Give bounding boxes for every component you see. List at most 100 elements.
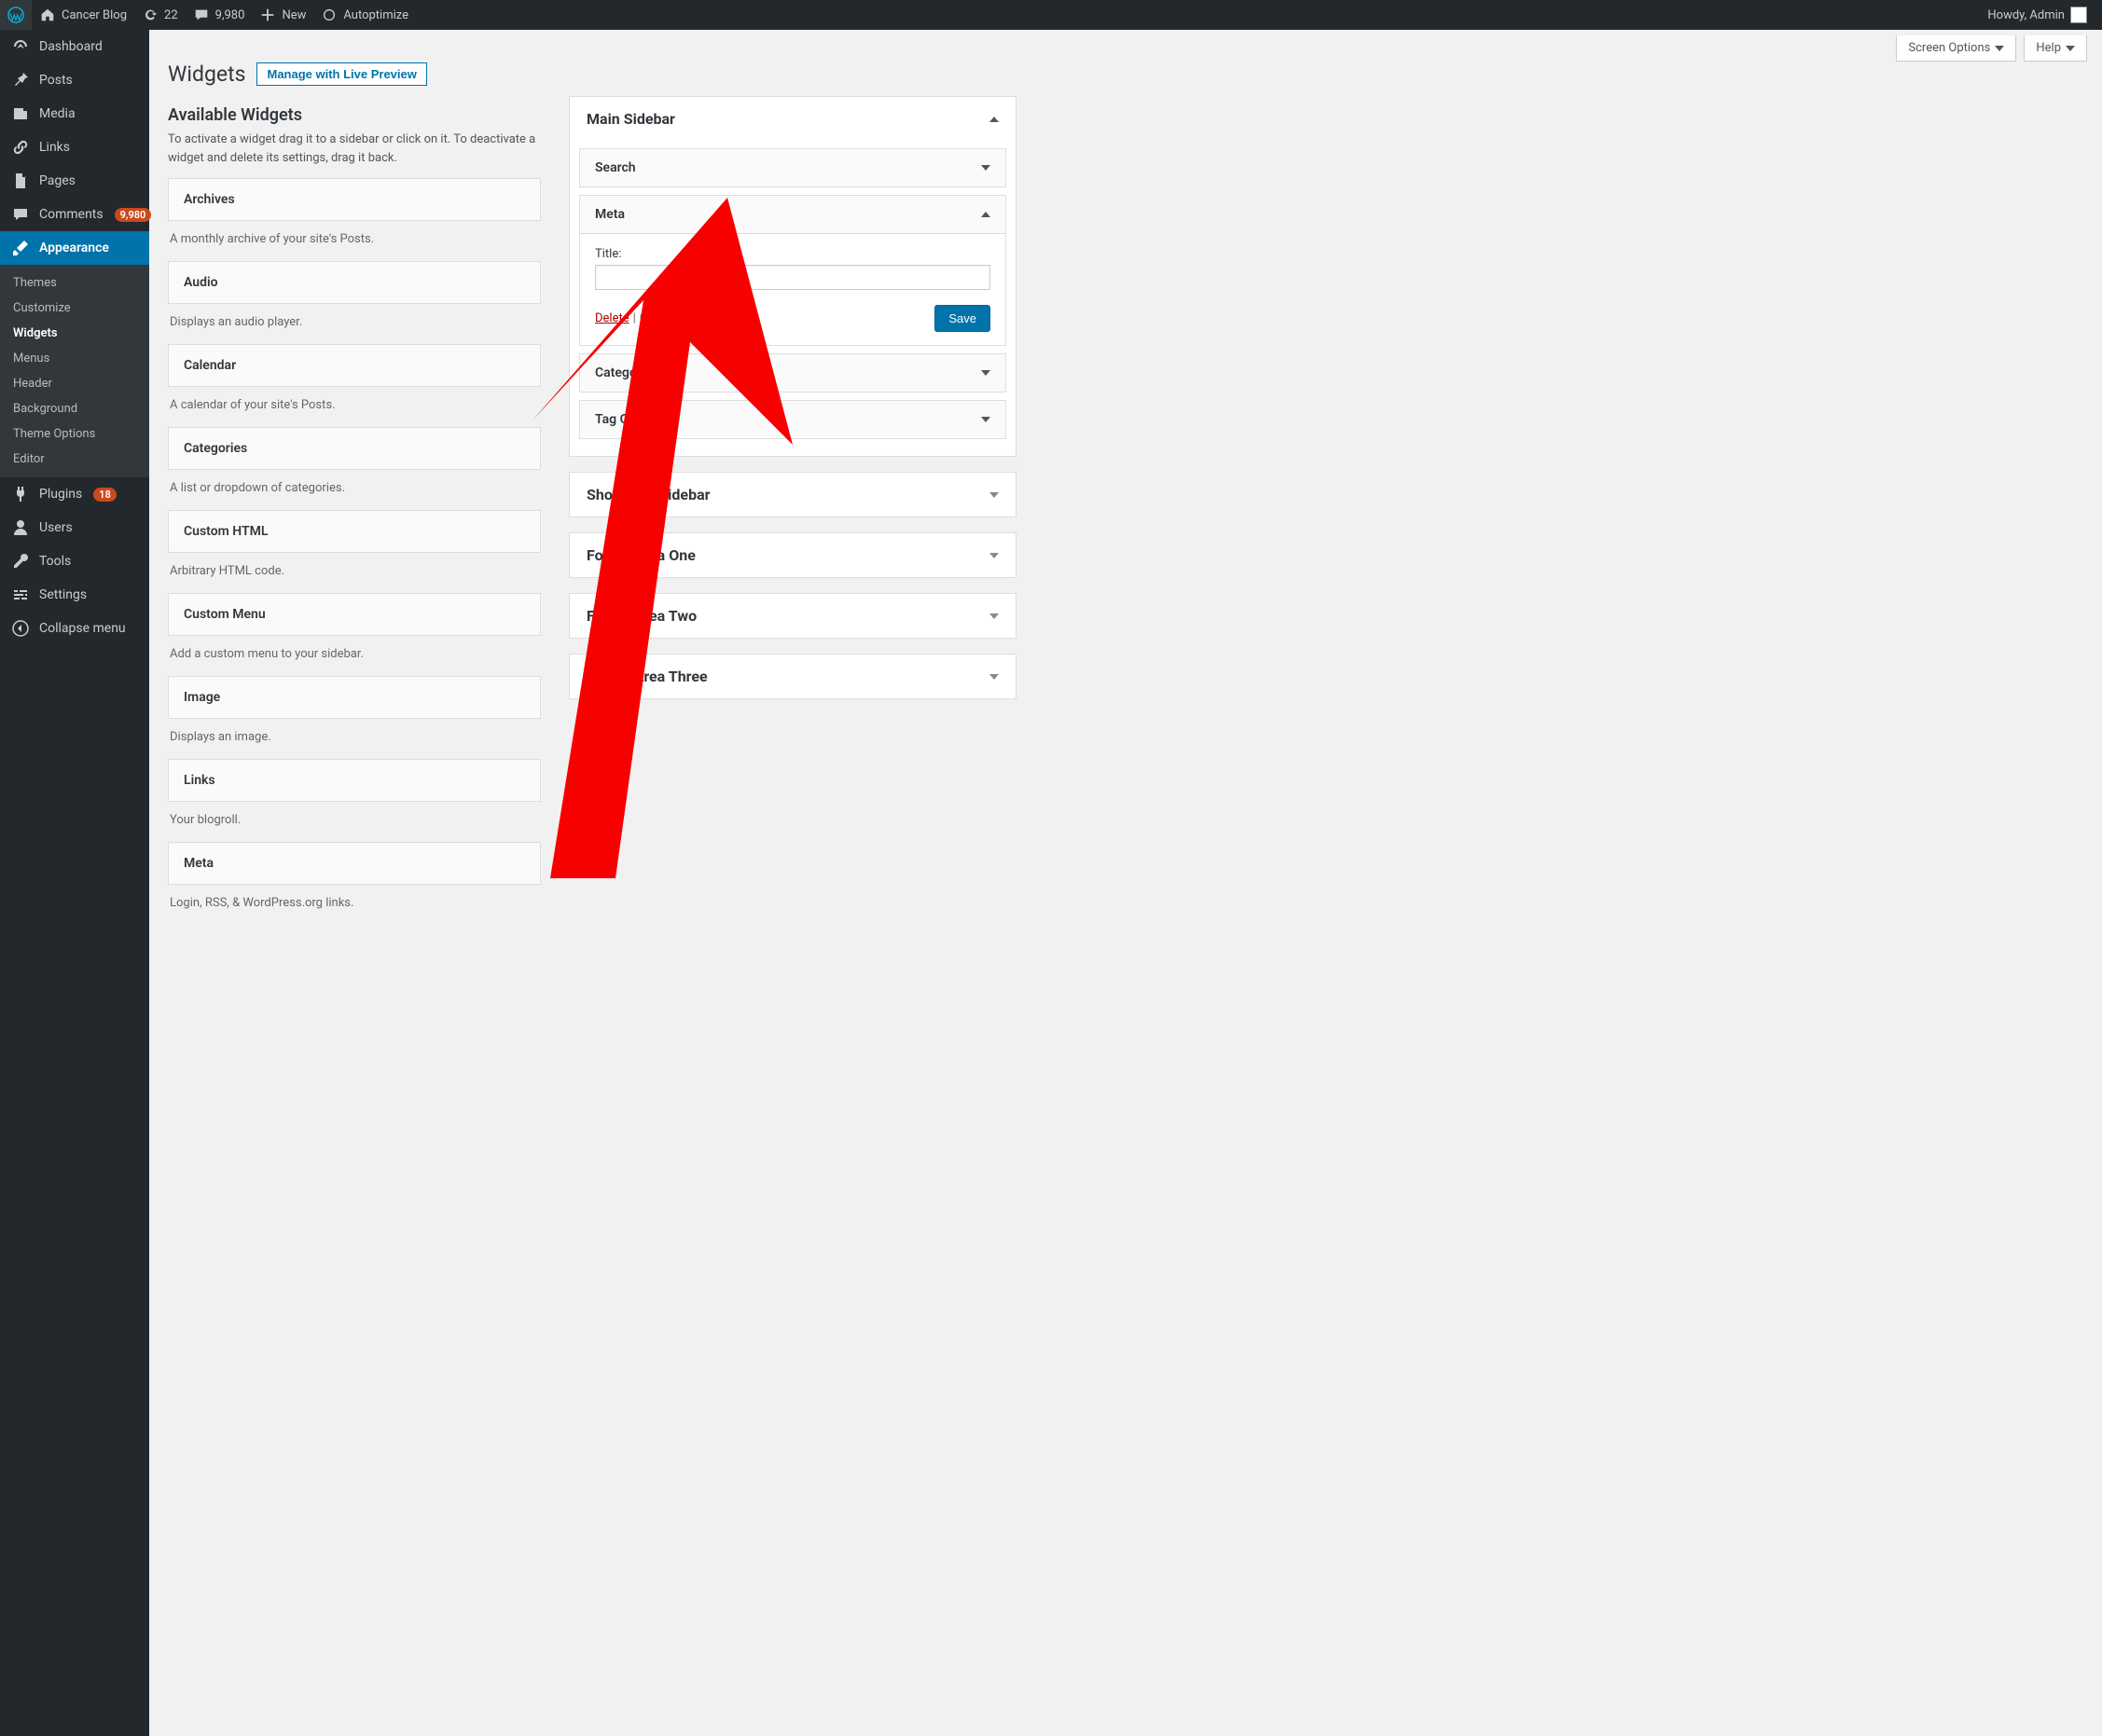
collapse-icon (11, 619, 30, 638)
placed-widget-tag-cloud: Tag Cloud (579, 400, 1006, 439)
admin-bar: Cancer Blog 22 9,980 New Autoptimize How… (0, 0, 2102, 30)
help-button[interactable]: Help (2024, 35, 2087, 62)
widget-title: Tag Cloud (595, 412, 654, 427)
nav-item-media[interactable]: Media (0, 97, 149, 131)
available-widget-desc: Login, RSS, & WordPress.org links. (168, 885, 541, 914)
widget-header[interactable]: Tag Cloud (580, 401, 1005, 438)
available-widget-calendar[interactable]: Calendar (168, 344, 541, 387)
close-link[interactable]: Close (640, 311, 671, 325)
nav-sub-item-background[interactable]: Background (0, 396, 149, 421)
nav-sub-item-themes[interactable]: Themes (0, 270, 149, 296)
chevron-down-icon (989, 492, 999, 498)
nav-item-label: Media (39, 106, 76, 121)
new-label: New (282, 8, 306, 22)
available-widget-meta[interactable]: Meta (168, 842, 541, 885)
nav-item-label: Users (39, 520, 73, 535)
wp-logo[interactable] (0, 0, 32, 30)
nav-sub-item-theme-options[interactable]: Theme Options (0, 421, 149, 447)
area-title: Footer Area Two (587, 607, 697, 625)
wordpress-icon (7, 7, 24, 23)
chevron-down-icon (989, 613, 999, 619)
screen-options-button[interactable]: Screen Options (1896, 35, 2016, 62)
nav-item-label: Pages (39, 173, 76, 188)
refresh-icon (142, 7, 159, 23)
nav-item-comments[interactable]: Comments9,980 (0, 198, 149, 231)
nav-sub-item-editor[interactable]: Editor (0, 447, 149, 472)
available-widgets-heading: Available Widgets (168, 105, 541, 125)
area-title: Footer Area One (587, 546, 696, 564)
widget-header[interactable]: Search (580, 149, 1005, 186)
sidebar-area-main-sidebar: Main SidebarSearchMetaTitle:Delete|Close… (569, 96, 1016, 457)
nav-item-settings[interactable]: Settings (0, 578, 149, 612)
available-widgets-desc: To activate a widget drag it to a sideba… (168, 131, 541, 167)
nav-item-label: Posts (39, 73, 73, 88)
new-content[interactable]: New (252, 0, 313, 30)
area-header[interactable]: Footer Area Two (570, 594, 1016, 638)
nav-item-label: Links (39, 140, 70, 155)
nav-badge: 9,980 (115, 208, 152, 222)
nav-item-pages[interactable]: Pages (0, 164, 149, 198)
live-preview-button[interactable]: Manage with Live Preview (256, 62, 426, 86)
available-widget-categories[interactable]: Categories (168, 427, 541, 470)
widget-header[interactable]: Categories (580, 354, 1005, 392)
plus-icon (259, 7, 276, 23)
nav-item-tools[interactable]: Tools (0, 544, 149, 578)
nav-item-label: Collapse menu (39, 621, 126, 636)
nav-item-dashboard[interactable]: Dashboard (0, 30, 149, 63)
available-widget-audio[interactable]: Audio (168, 261, 541, 304)
nav-sub-item-customize[interactable]: Customize (0, 296, 149, 321)
comment-count: 9,980 (215, 8, 245, 22)
chevron-down-icon (989, 553, 999, 558)
nav-sub-item-header[interactable]: Header (0, 371, 149, 396)
widget-title: Search (595, 160, 636, 175)
widget-title: Categories (595, 365, 658, 380)
available-widget-custom-menu[interactable]: Custom Menu (168, 593, 541, 636)
available-widget-custom-html[interactable]: Custom HTML (168, 510, 541, 553)
nav-item-links[interactable]: Links (0, 131, 149, 164)
area-header[interactable]: Footer Area One (570, 533, 1016, 577)
nav-item-collapse-menu[interactable]: Collapse menu (0, 612, 149, 645)
my-account[interactable]: Howdy, Admin (1980, 0, 2095, 30)
media-icon (11, 104, 30, 123)
widget-header[interactable]: Meta (580, 196, 1005, 233)
nav-sub-item-menus[interactable]: Menus (0, 346, 149, 371)
available-widget-links[interactable]: Links (168, 759, 541, 802)
available-widget-desc: Displays an audio player. (168, 304, 541, 333)
nav-badge: 18 (93, 488, 117, 502)
available-widget-desc: Arbitrary HTML code. (168, 553, 541, 582)
nav-sub-item-widgets[interactable]: Widgets (0, 321, 149, 346)
save-button[interactable]: Save (934, 305, 990, 332)
chevron-down-icon (981, 370, 990, 376)
admin-sidebar: Dashboard Posts Media Links Pages Comments9,9… (0, 30, 149, 1736)
nav-item-plugins[interactable]: Plugins18 (0, 477, 149, 511)
comments-bubble[interactable]: 9,980 (186, 0, 253, 30)
wrench-icon (11, 552, 30, 571)
placed-widget-meta: MetaTitle:Delete|CloseSave (579, 195, 1006, 346)
nav-item-posts[interactable]: Posts (0, 63, 149, 97)
site-name-label: Cancer Blog (62, 8, 127, 22)
available-widget-desc: Your blogroll. (168, 802, 541, 831)
comment-icon (193, 7, 210, 23)
chevron-down-icon (989, 674, 999, 680)
delete-link[interactable]: Delete (595, 311, 629, 325)
page-title-text: Widgets (168, 62, 245, 87)
area-header[interactable]: Footer Area Three (570, 654, 1016, 698)
nav-submenu: ThemesCustomizeWidgetsMenusHeaderBackgro… (0, 265, 149, 477)
area-header[interactable]: Showcase Sidebar (570, 473, 1016, 517)
available-widget-archives[interactable]: Archives (168, 178, 541, 221)
title-field-input[interactable] (595, 265, 990, 290)
available-widgets-column: Available Widgets To activate a widget d… (168, 96, 541, 914)
screen-options-label: Screen Options (1908, 41, 1990, 55)
nav-item-appearance[interactable]: Appearance (0, 231, 149, 265)
nav-item-label: Settings (39, 587, 87, 602)
available-widget-image[interactable]: Image (168, 676, 541, 719)
area-header[interactable]: Main Sidebar (570, 97, 1016, 141)
nav-item-users[interactable]: Users (0, 511, 149, 544)
comment-icon (11, 205, 30, 224)
updates[interactable]: 22 (134, 0, 186, 30)
chevron-up-icon (981, 212, 990, 217)
autoptimize[interactable]: Autoptimize (313, 0, 416, 30)
help-label: Help (2036, 41, 2061, 55)
site-name[interactable]: Cancer Blog (32, 0, 134, 30)
nav-item-label: Tools (39, 554, 71, 569)
